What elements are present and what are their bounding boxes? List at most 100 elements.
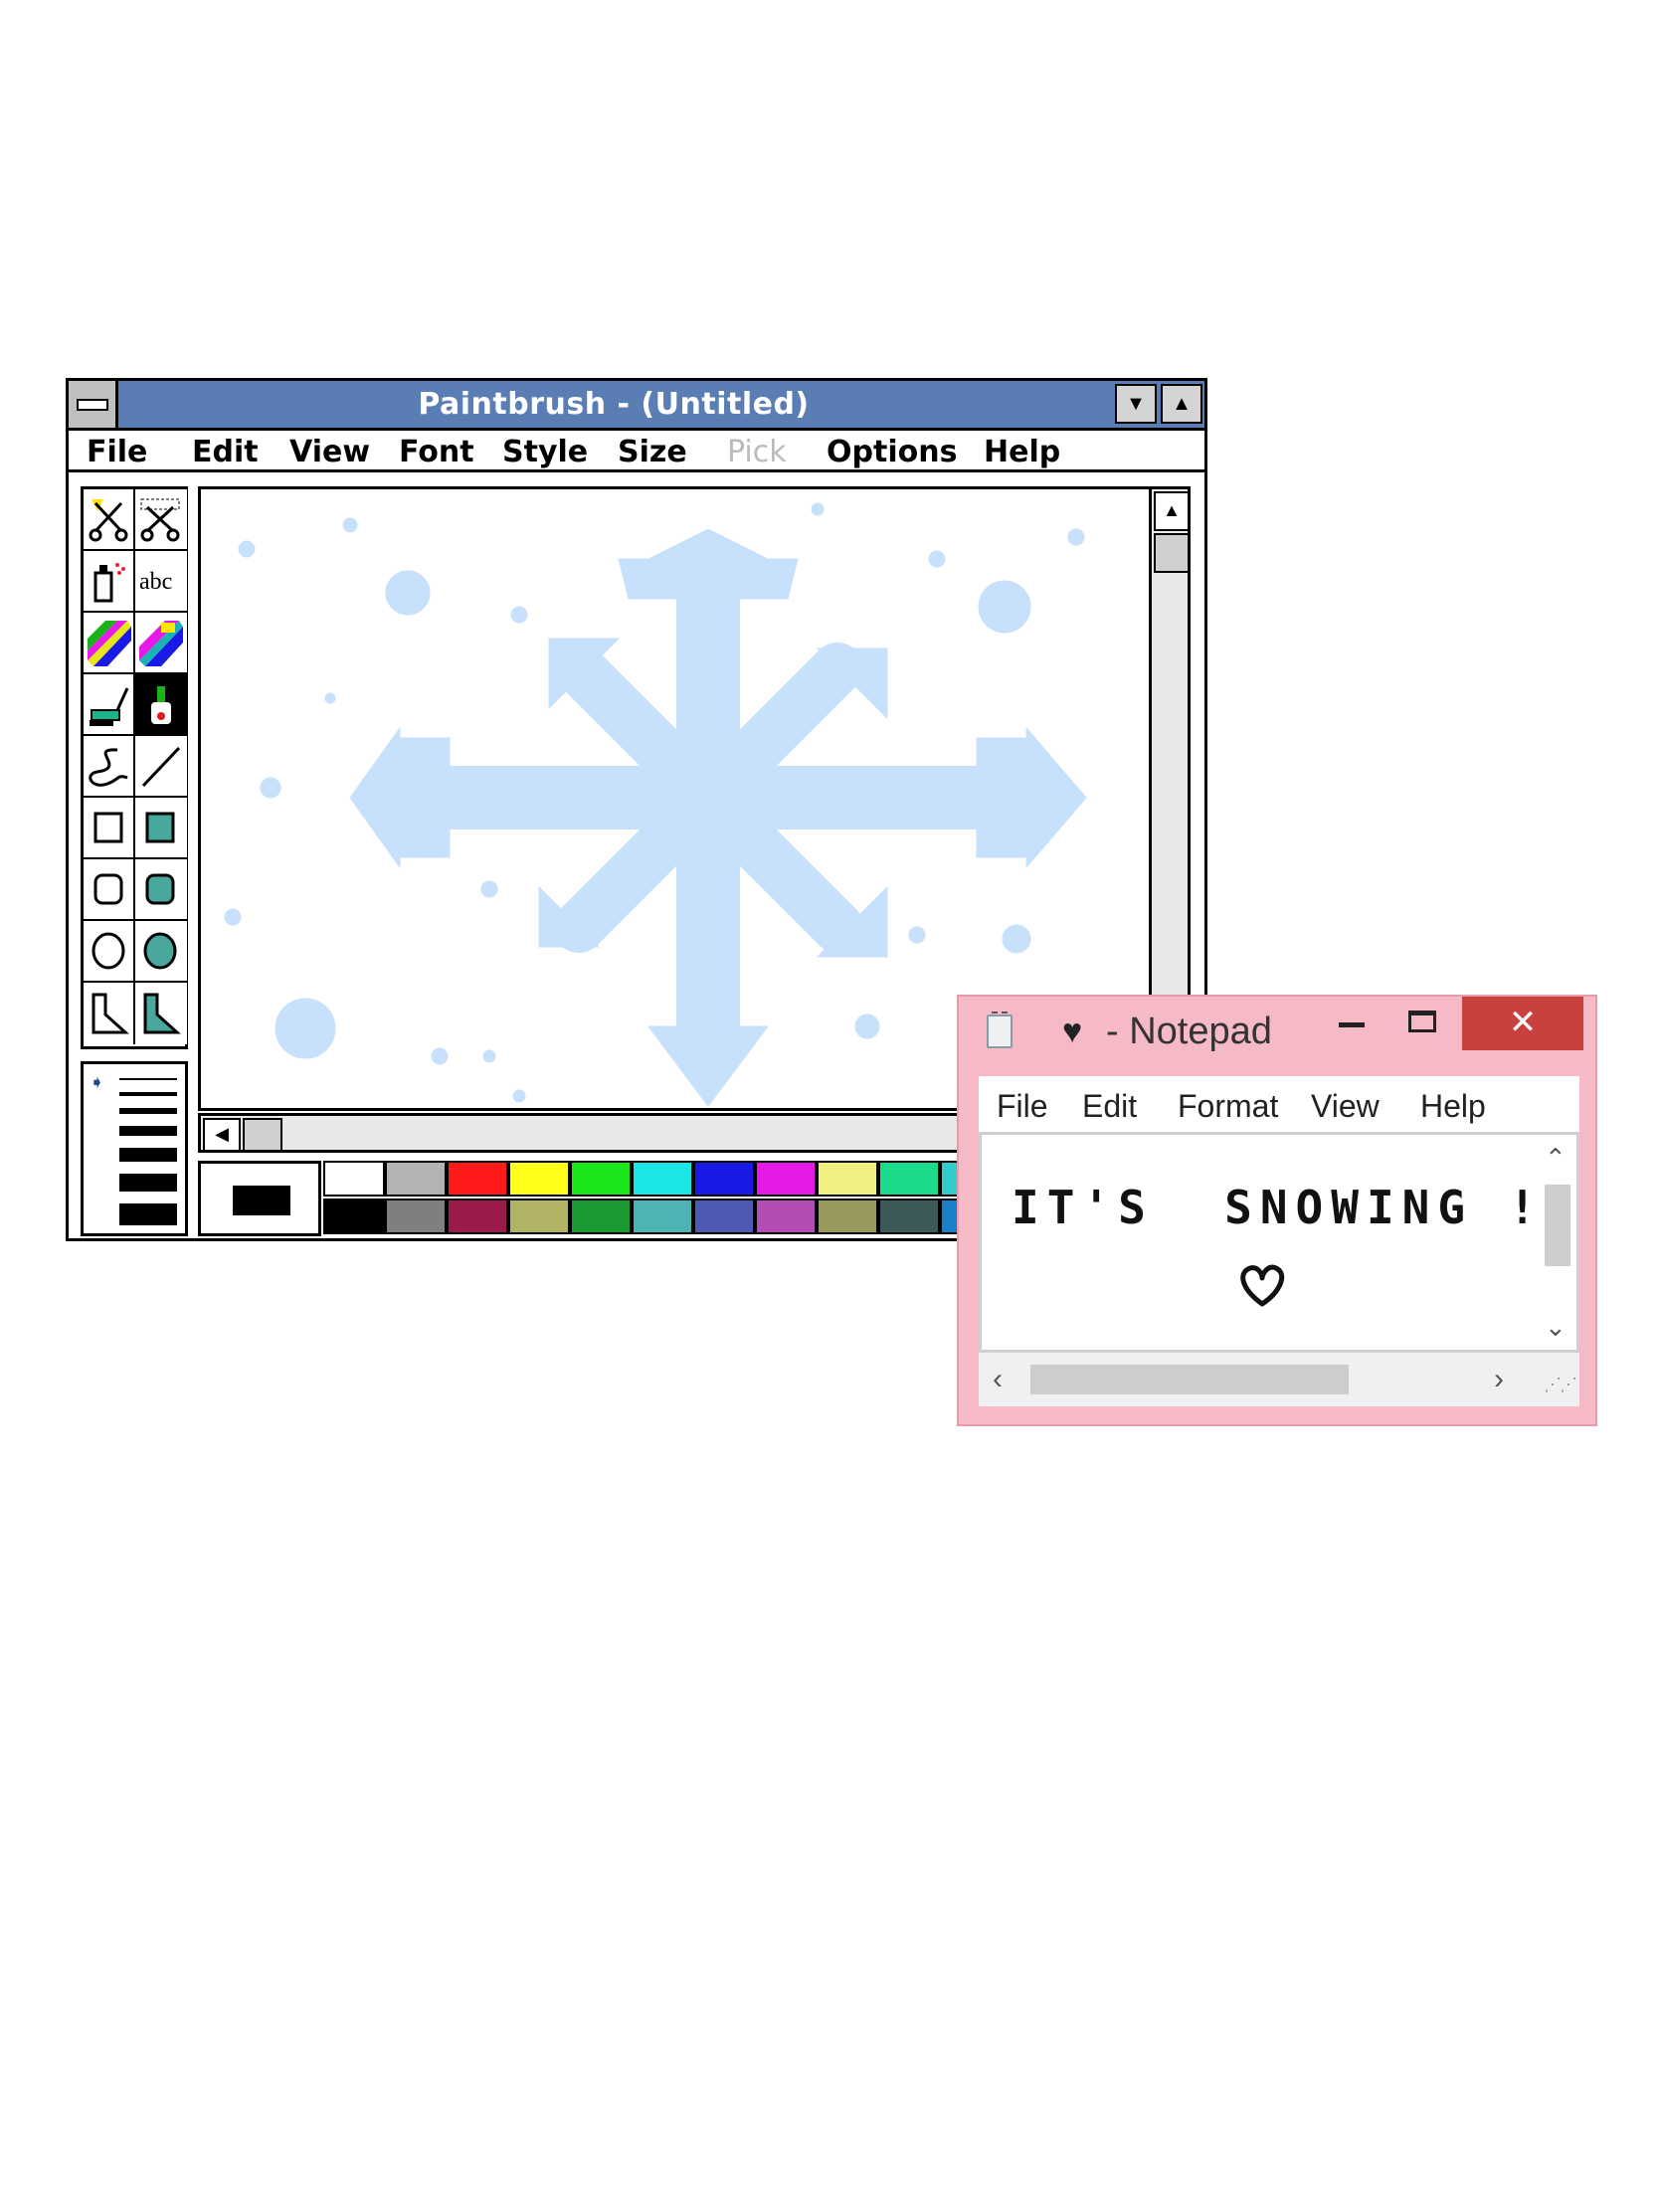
current-colors [198,1161,321,1236]
menu-file[interactable]: File [997,1088,1048,1125]
menu-edit[interactable]: Edit [192,435,259,469]
menu-help[interactable]: Help [1420,1088,1486,1125]
scissors-icon [89,499,128,542]
scroll-thumb[interactable] [1545,1185,1570,1266]
menu-view[interactable]: View [289,435,370,469]
color-swatch[interactable] [508,1198,570,1234]
color-swatch[interactable] [817,1198,878,1234]
color-swatch[interactable] [632,1198,693,1234]
line-width-4[interactable] [119,1126,177,1136]
line-tool[interactable] [135,736,187,798]
color-swatch[interactable] [385,1198,447,1234]
pick-scissors-icon [140,498,180,542]
box-icon [93,812,123,843]
scroll-up-arrow-icon[interactable]: ▲ [1154,491,1190,531]
scroll-thumb[interactable] [1154,533,1190,573]
maximize-icon[interactable] [1408,1011,1436,1032]
color-swatch[interactable] [817,1161,878,1197]
menu-bar: File Edit View Font Style Size Pick Opti… [69,431,1204,472]
title-bar[interactable]: Paintbrush - (Untitled) ▼ ▲ [69,381,1204,431]
airbrush-tool[interactable] [84,551,135,613]
pick-tool[interactable] [135,489,187,551]
line-width-3[interactable] [119,1108,177,1114]
filled-rounded-box-icon [145,873,175,905]
scissors-tool[interactable] [84,489,135,551]
color-swatch[interactable] [693,1161,755,1197]
horizontal-scrollbar[interactable]: ‹ › ⋰⋰ [979,1353,1579,1406]
eraser-tool[interactable] [135,613,187,674]
color-swatch[interactable] [878,1161,940,1197]
pointer-arrow-icon: ➧ [90,1072,105,1092]
maximize-button[interactable]: ▲ [1161,384,1202,424]
color-swatch[interactable] [385,1161,447,1197]
box-tool[interactable] [84,798,135,859]
notepad-icon [987,1012,1013,1048]
scroll-right-icon[interactable]: › [1494,1363,1504,1396]
paint-roller-icon [90,687,129,726]
line-width-5[interactable] [119,1148,177,1162]
menu-options[interactable]: Options [827,435,957,469]
menu-format[interactable]: Format [1178,1088,1278,1125]
color-swatch[interactable] [632,1161,693,1197]
filled-polygon-tool[interactable] [135,983,187,1044]
curve-tool[interactable] [84,736,135,798]
brush-tool[interactable] [135,674,187,736]
scroll-thumb[interactable] [1030,1365,1349,1394]
scroll-thumb[interactable] [243,1118,282,1152]
color-swatch[interactable] [323,1198,385,1234]
color-swatch[interactable] [508,1161,570,1197]
scroll-left-arrow-icon[interactable]: ◀ [203,1118,241,1152]
paint-roller-tool[interactable] [84,674,135,736]
polygon-icon [92,993,129,1034]
circle-tool[interactable] [84,921,135,983]
color-swatch[interactable] [570,1198,632,1234]
color-swatch[interactable] [755,1198,817,1234]
color-swatch[interactable] [878,1198,940,1234]
scroll-up-icon[interactable]: ⌃ [1545,1143,1567,1174]
menu-size[interactable]: Size [618,435,687,469]
line-width-1[interactable] [119,1078,177,1080]
menu-style[interactable]: Style [502,435,588,469]
filled-box-icon [145,812,175,843]
filled-rounded-box-tool[interactable] [135,859,187,921]
minimize-icon[interactable] [1339,1022,1365,1027]
line-width-6[interactable] [119,1174,177,1192]
color-eraser-tool[interactable] [84,613,135,674]
menu-file[interactable]: File [87,435,147,469]
line-width-selector[interactable]: ➧ [81,1061,188,1236]
text-tool[interactable]: abc [135,551,187,613]
menu-bar: File Edit Format View Help [979,1076,1579,1133]
filled-circle-icon [143,932,177,970]
filled-box-tool[interactable] [135,798,187,859]
text-tool-icon: abc [139,569,172,595]
color-swatch[interactable] [570,1161,632,1197]
color-swatch[interactable] [693,1198,755,1234]
line-width-2[interactable] [119,1092,177,1096]
menu-help[interactable]: Help [984,435,1060,469]
resize-grip-icon[interactable]: ⋰⋰ [1544,1375,1577,1395]
line-width-7[interactable] [119,1203,177,1225]
close-button[interactable]: ✕ [1462,997,1583,1050]
color-swatch[interactable] [323,1161,385,1197]
vertical-scrollbar[interactable]: ⌃ ⌄ [1539,1135,1576,1350]
color-swatch[interactable] [755,1161,817,1197]
minimize-button[interactable]: ▼ [1115,384,1157,424]
scroll-left-icon[interactable]: ‹ [993,1363,1003,1396]
menu-edit[interactable]: Edit [1082,1088,1137,1125]
text-area[interactable]: IT'S SNOWING ! ⌃ ⌄ [979,1132,1579,1353]
window-title: Paintbrush - (Untitled) [418,387,810,422]
menu-view[interactable]: View [1311,1088,1380,1125]
notepad-window: ♥ - Notepad ✕ File Edit Format View Help… [957,995,1597,1426]
airbrush-icon [93,563,125,603]
filled-circle-tool[interactable] [135,921,187,983]
color-eraser-icon [88,621,131,666]
rounded-box-icon [93,873,123,905]
color-swatch[interactable] [447,1198,508,1234]
system-menu-button[interactable] [69,381,118,428]
curve-icon [89,748,128,787]
menu-font[interactable]: Font [399,435,474,469]
scroll-down-icon[interactable]: ⌄ [1545,1312,1567,1343]
rounded-box-tool[interactable] [84,859,135,921]
polygon-tool[interactable] [84,983,135,1044]
color-swatch[interactable] [447,1161,508,1197]
